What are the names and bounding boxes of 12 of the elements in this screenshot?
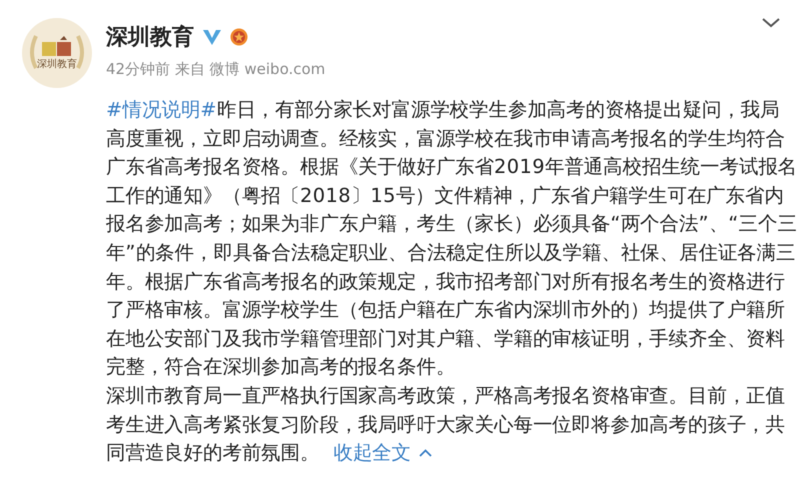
author-name[interactable]: 深圳教育: [106, 22, 194, 52]
verified-icon: [202, 28, 222, 46]
post-text: 深圳市教育局一直严格执行国家高考政策，严格高考报名资格审查。目前，正值考生进入高考紧张复习阶段，我局呼吁大家关心每一位即将参加高考的孩子，共同营造良好的考前氛围。 收起全文: [106, 382, 798, 468]
post-meta: 42分钟前 来自 微博 weibo.com: [106, 60, 326, 79]
chevron-up-icon: [419, 449, 432, 458]
post-text: #情况说明#昨日，有部分家长对富源学校学生参加高考的资格提出疑问，我局高度重视，立即启动调查。经核实，富源学校在我市申请高考报名的学生均符合广东省高考报名资格。根据《关于做好广东省2019年普通高校招生统一考试报名工作的通知》（粤招〔2018〕15号）文件精神，广东省户籍学生可在广东省内报名参加高考；如果为非广东户籍，考生（家长）必须具备“两个合法”、“三个三年”的条件，即具备合法稳定职业、合法稳定住所以及学籍、社保、居住证各满三年。根据广东省高考报名的政策规定，我市招考部门对所有报名考生的资格进行了严格审核。富源学校学生（包括户籍在广东省内深圳市外的）均提供了户籍所在地公安部门及我市学籍管理部门对其户籍、学籍的审核证明，手续齐全、资料完整，符合在深圳参加高考的报名条件。: [106, 97, 798, 380]
chevron-down-icon[interactable]: [762, 18, 780, 28]
wreath-book-drawing: [30, 35, 84, 69]
hashtag-link[interactable]: #情况说明#: [106, 98, 217, 121]
star-badge-icon: [230, 28, 248, 46]
avatar-caption: 深圳教育: [37, 58, 77, 71]
collapse-link[interactable]: 收起全文: [333, 439, 432, 468]
